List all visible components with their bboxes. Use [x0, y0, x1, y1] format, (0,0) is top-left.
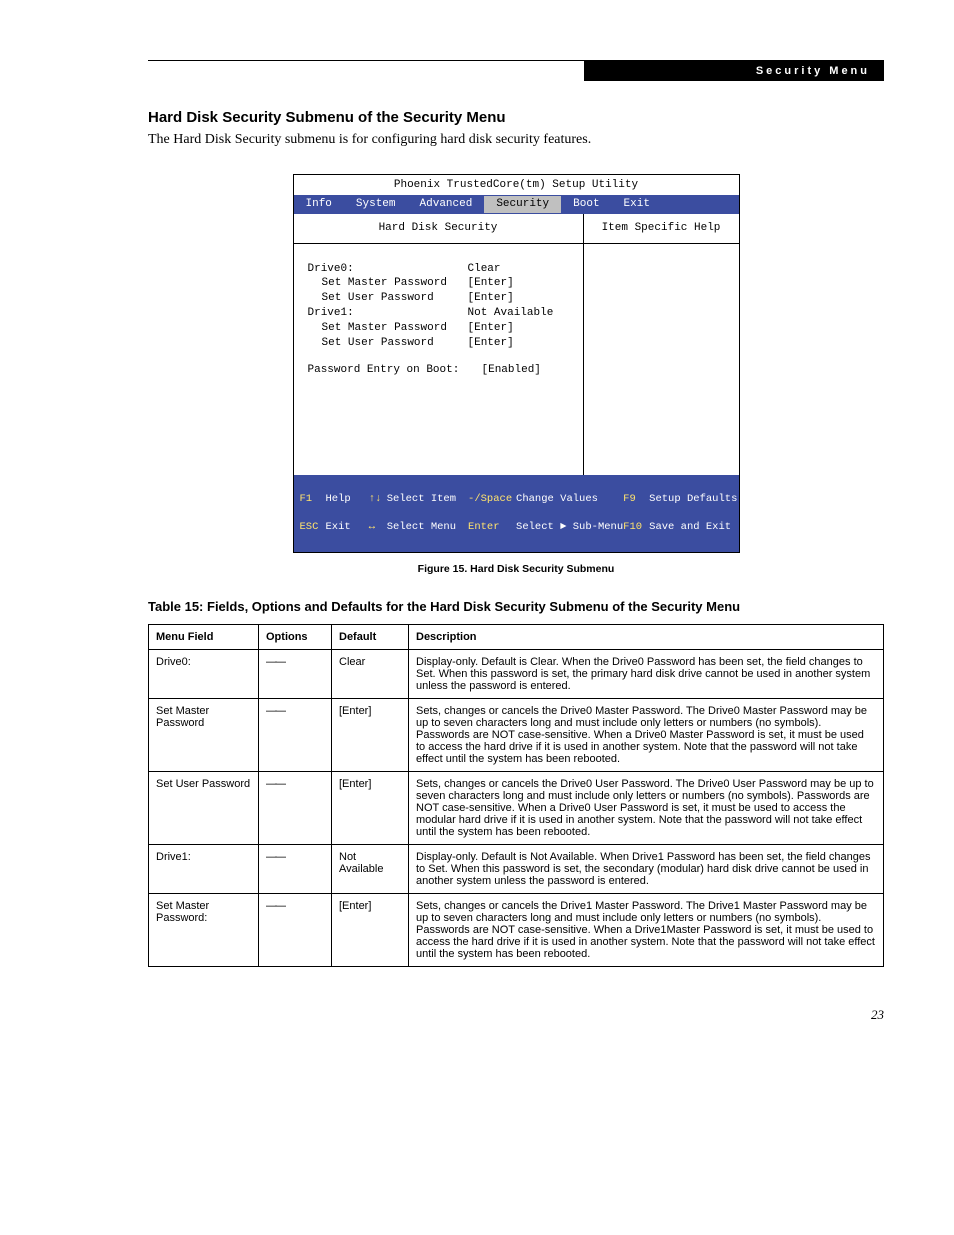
- key-enter: Enter: [468, 520, 516, 534]
- key-select-item-label: Select Item: [387, 493, 456, 505]
- bios-help-body: [584, 244, 739, 475]
- bios-row: Drive1:Not Available: [308, 306, 579, 321]
- table-title: Table 15: Fields, Options and Defaults f…: [148, 599, 884, 614]
- cell-description: Sets, changes or cancels the Drive1 Mast…: [409, 894, 884, 967]
- cell-description: Display-only. Default is Clear. When the…: [409, 650, 884, 699]
- bios-menu-boot[interactable]: Boot: [561, 196, 611, 213]
- cell-default: Not Available: [332, 845, 409, 894]
- fields-table: Menu Field Options Default Description D…: [148, 624, 884, 967]
- page-number: 23: [148, 1007, 884, 1023]
- intro-text: The Hard Disk Security submenu is for co…: [148, 132, 884, 148]
- bios-row: Drive0:Clear: [308, 262, 579, 277]
- bios-menu-exit[interactable]: Exit: [612, 196, 662, 213]
- cell-default: [Enter]: [332, 772, 409, 845]
- th-description: Description: [409, 625, 884, 650]
- table-row: Drive1: Not AvailableDisplay-only. Defaul…: [149, 845, 884, 894]
- bios-menu-system[interactable]: System: [344, 196, 408, 213]
- bios-row: Set Master Password[Enter]: [308, 276, 579, 291]
- key-space: -/Space: [468, 492, 516, 506]
- bios-left-title: Hard Disk Security: [294, 214, 583, 244]
- cell-description: Sets, changes or cancels the Drive0 User…: [409, 772, 884, 845]
- key-setup-defaults-label: Setup Defaults: [649, 493, 737, 505]
- cell-menu-field: Set Master Password: [149, 699, 259, 772]
- table-header-row: Menu Field Options Default Description: [149, 625, 884, 650]
- key-select-submenu-label: Select ► Sub-Menu: [516, 521, 623, 533]
- bios-footer: F1Help ESCExit ↑↓Select Item ↔Select Men…: [294, 475, 739, 553]
- key-select-menu-label: Select Menu: [387, 521, 456, 533]
- cell-description: Sets, changes or cancels the Drive0 Mast…: [409, 699, 884, 772]
- table-row: Set Master Password: [Enter]Sets, changes…: [149, 894, 884, 967]
- th-options: Options: [259, 625, 332, 650]
- cell-menu-field: Drive0:: [149, 650, 259, 699]
- bios-title: Phoenix TrustedCore(tm) Setup Utility: [294, 175, 739, 195]
- bios-menu-info[interactable]: Info: [294, 196, 344, 213]
- cell-default: [Enter]: [332, 894, 409, 967]
- bios-row: Password Entry on Boot:[Enabled]: [308, 363, 579, 378]
- bios-row: Set User Password[Enter]: [308, 291, 579, 306]
- cell-options: [259, 845, 332, 894]
- table-row: Drive0: ClearDisplay-only. Default is Cle…: [149, 650, 884, 699]
- key-help-label: Help: [326, 493, 351, 505]
- page-heading: Hard Disk Security Submenu of the Securi…: [148, 109, 884, 126]
- bios-right-title: Item Specific Help: [584, 214, 739, 244]
- figure-caption: Figure 15. Hard Disk Security Submenu: [148, 563, 884, 575]
- key-updown: ↑↓: [369, 492, 387, 506]
- bios-row: Set Master Password[Enter]: [308, 321, 579, 336]
- section-header-bar: Security Menu: [584, 61, 884, 81]
- cell-description: Display-only. Default is Not Available. …: [409, 845, 884, 894]
- table-row: Set User Password [Enter]Sets, changes or…: [149, 772, 884, 845]
- cell-options: [259, 650, 332, 699]
- key-f9: F9: [623, 492, 649, 506]
- cell-menu-field: Set Master Password:: [149, 894, 259, 967]
- bios-menu-bar: Info System Advanced Security Boot Exit: [294, 195, 739, 214]
- cell-options: [259, 772, 332, 845]
- key-exit-label: Exit: [326, 521, 351, 533]
- table-row: Set Master Password [Enter]Sets, changes …: [149, 699, 884, 772]
- key-esc: ESC: [300, 520, 326, 534]
- key-f10: F10: [623, 520, 649, 534]
- cell-default: Clear: [332, 650, 409, 699]
- bios-window: Phoenix TrustedCore(tm) Setup Utility In…: [293, 174, 740, 553]
- th-menu-field: Menu Field: [149, 625, 259, 650]
- cell-options: [259, 699, 332, 772]
- bios-menu-advanced[interactable]: Advanced: [408, 196, 485, 213]
- bios-body: Drive0:Clear Set Master Password[Enter] …: [294, 244, 583, 475]
- bios-menu-security[interactable]: Security: [484, 196, 561, 213]
- key-leftright: ↔: [369, 520, 387, 534]
- cell-menu-field: Drive1:: [149, 845, 259, 894]
- cell-default: [Enter]: [332, 699, 409, 772]
- key-f1: F1: [300, 492, 326, 506]
- key-save-exit-label: Save and Exit: [649, 521, 731, 533]
- key-change-values-label: Change Values: [516, 493, 598, 505]
- th-default: Default: [332, 625, 409, 650]
- cell-options: [259, 894, 332, 967]
- bios-row: Set User Password[Enter]: [308, 336, 579, 351]
- cell-menu-field: Set User Password: [149, 772, 259, 845]
